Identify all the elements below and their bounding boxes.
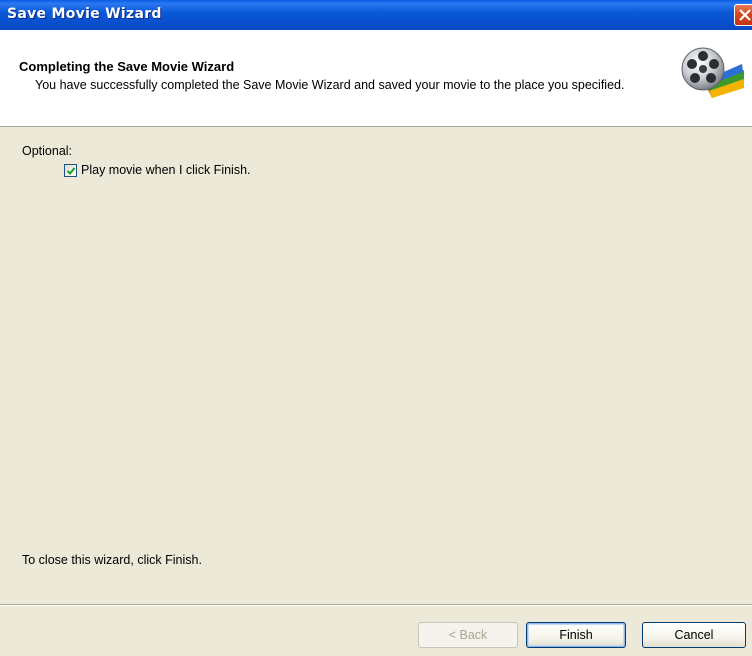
cancel-button[interactable]: Cancel	[642, 622, 746, 648]
close-hint-text: To close this wizard, click Finish.	[22, 553, 202, 567]
window-title: Save Movie Wizard	[7, 6, 162, 22]
close-icon	[739, 9, 751, 21]
optional-label: Optional:	[22, 144, 73, 158]
checkmark-icon	[66, 166, 76, 175]
finish-button[interactable]: Finish	[526, 622, 626, 648]
footer-divider	[0, 604, 752, 606]
back-button[interactable]: < Back	[418, 622, 518, 648]
save-movie-wizard-dialog: Save Movie Wizard Completing the Save Mo…	[0, 0, 752, 656]
movie-maker-film-reel-icon	[681, 47, 744, 98]
header-title: Completing the Save Movie Wizard	[19, 59, 235, 74]
play-movie-label: Play movie when I click Finish.	[81, 163, 251, 177]
play-movie-checkbox[interactable]	[64, 163, 77, 177]
wizard-header: Completing the Save Movie Wizard You hav…	[0, 30, 752, 127]
title-bar[interactable]: Save Movie Wizard	[0, 0, 752, 30]
header-description: You have successfully completed the Save…	[35, 78, 625, 92]
play-movie-option[interactable]: Play movie when I click Finish.	[64, 162, 251, 178]
close-button[interactable]	[734, 4, 752, 26]
